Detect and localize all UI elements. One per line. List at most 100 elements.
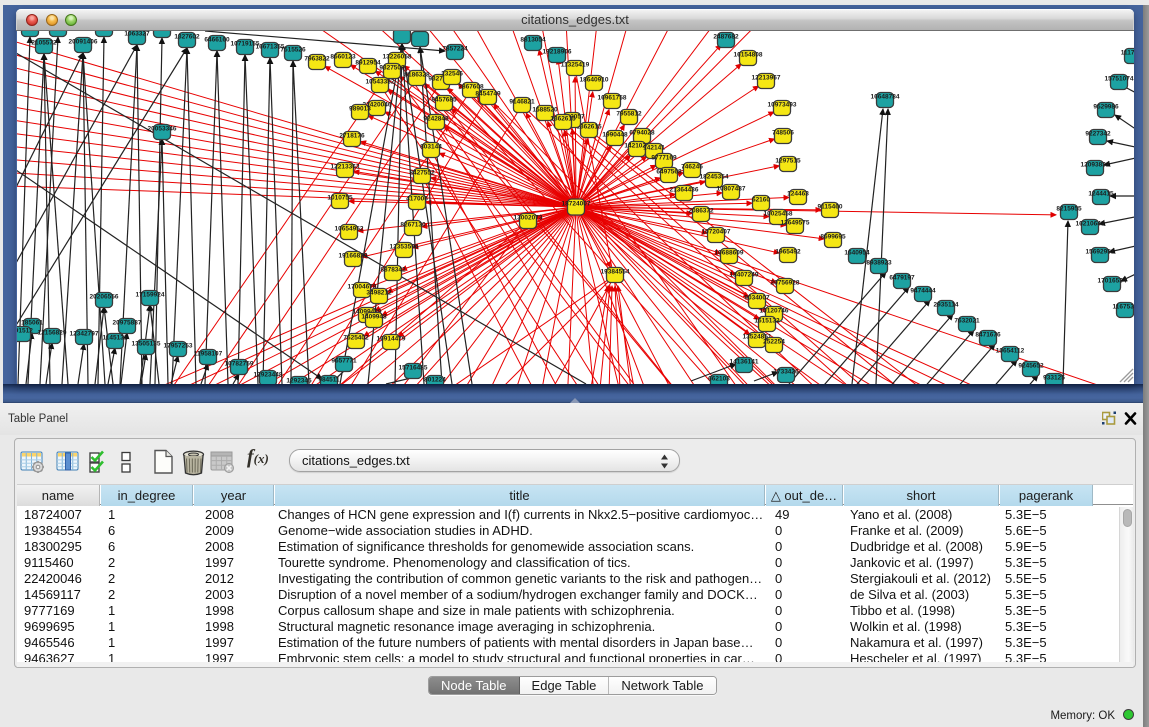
- svg-text:9529986: 9529986: [1093, 104, 1119, 111]
- svg-text:10654112: 10654112: [996, 348, 1025, 355]
- svg-text:15751074: 15751074: [1105, 76, 1134, 83]
- svg-text:18640910: 18640910: [580, 77, 609, 84]
- svg-text:17159924: 17159924: [136, 292, 165, 299]
- svg-text:13505135: 13505135: [132, 341, 161, 348]
- svg-text:1117334: 1117334: [1121, 50, 1134, 57]
- svg-text:15692951: 15692951: [1086, 249, 1115, 256]
- svg-text:7857224: 7857224: [442, 46, 468, 53]
- svg-text:21364436: 21364436: [670, 187, 699, 194]
- svg-text:1297515: 1297515: [775, 158, 801, 165]
- svg-text:19218906: 19218906: [543, 49, 572, 56]
- svg-text:8878342: 8878342: [380, 267, 406, 274]
- svg-text:16648784: 16648784: [871, 94, 900, 101]
- svg-text:17957253: 17957253: [164, 343, 193, 350]
- svg-text:10025458: 10025458: [764, 211, 793, 218]
- svg-text:8938923: 8938923: [866, 260, 892, 267]
- svg-text:12093832: 12093832: [1081, 162, 1110, 169]
- svg-text:9034007: 9034007: [744, 295, 770, 302]
- svg-text:1409948: 1409948: [361, 314, 387, 321]
- svg-text:1990448: 1990448: [602, 132, 628, 139]
- svg-text:7515526: 7515526: [280, 47, 306, 54]
- svg-text:142141: 142141: [643, 145, 665, 152]
- svg-text:19166829: 19166829: [339, 253, 368, 260]
- svg-text:20975887: 20975887: [113, 320, 142, 327]
- svg-text:18724007: 18724007: [562, 201, 591, 208]
- svg-text:10807487: 10807487: [717, 186, 746, 193]
- svg-text:989013: 989013: [349, 106, 371, 113]
- svg-text:16961758: 16961758: [598, 95, 627, 102]
- svg-text:2487682: 2487682: [713, 34, 739, 41]
- svg-text:62160: 62160: [752, 197, 770, 204]
- svg-text:14136141: 14136141: [730, 359, 759, 366]
- svg-text:8457685: 8457685: [431, 97, 457, 104]
- svg-text:12923448: 12923448: [254, 372, 283, 379]
- svg-text:12156829: 12156829: [38, 330, 67, 337]
- svg-text:10688609: 10688609: [715, 250, 744, 257]
- svg-text:185061: 185061: [21, 320, 43, 327]
- svg-text:1010755: 1010755: [327, 195, 353, 202]
- svg-text:15716485: 15716485: [399, 365, 428, 372]
- svg-text:8912954: 8912954: [355, 60, 381, 67]
- svg-text:10120746: 10120746: [760, 308, 789, 315]
- svg-text:6479197: 6479197: [889, 275, 915, 282]
- svg-text:8215955: 8215955: [1056, 206, 1082, 213]
- svg-text:252254: 252254: [763, 339, 785, 346]
- svg-text:16154808: 16154808: [734, 52, 763, 59]
- svg-text:19384554: 19384554: [601, 269, 630, 276]
- svg-text:12342797: 12342797: [70, 331, 99, 338]
- svg-text:746246: 746246: [681, 164, 703, 171]
- svg-text:11325419: 11325419: [561, 62, 590, 69]
- svg-text:7963822: 7963822: [304, 56, 330, 63]
- svg-text:2105572: 2105572: [31, 40, 57, 47]
- svg-text:20206556: 20206556: [90, 294, 119, 301]
- svg-text:8267130: 8267130: [400, 222, 426, 229]
- svg-text:417006: 417006: [406, 196, 428, 203]
- svg-text:801224: 801224: [424, 377, 446, 384]
- svg-text:9242848: 9242848: [423, 116, 449, 123]
- svg-text:11958107: 11958107: [194, 351, 223, 358]
- svg-text:10782759: 10782759: [225, 361, 254, 368]
- svg-text:9227342: 9227342: [1085, 131, 1111, 138]
- svg-text:1588520: 1588520: [532, 107, 558, 114]
- svg-text:18407249: 18407249: [730, 272, 759, 279]
- svg-text:7632021: 7632021: [954, 318, 980, 325]
- svg-text:13649575: 13649575: [781, 220, 810, 227]
- svg-text:803144: 803144: [420, 144, 442, 151]
- svg-text:9146821: 9146821: [509, 99, 535, 106]
- svg-text:6497568: 6497568: [656, 169, 682, 176]
- svg-text:2718176: 2718176: [339, 133, 365, 140]
- svg-text:1640954: 1640954: [844, 250, 870, 257]
- svg-text:9327509: 9327509: [379, 65, 405, 72]
- svg-text:13002073: 13002073: [514, 215, 543, 222]
- svg-text:18245354: 18245354: [700, 174, 729, 181]
- svg-text:1292345: 1292345: [286, 378, 312, 385]
- svg-text:9777169: 9777169: [651, 155, 677, 162]
- svg-text:9115460: 9115460: [818, 204, 843, 211]
- svg-text:1362615: 1362615: [550, 116, 576, 123]
- svg-text:17016534: 17016534: [1098, 278, 1127, 285]
- svg-text:1327602: 1327602: [174, 34, 200, 41]
- svg-text:8660123: 8660123: [330, 54, 356, 61]
- svg-text:7955812: 7955812: [616, 111, 642, 118]
- svg-text:10654952: 10654952: [335, 226, 364, 233]
- svg-text:132546: 132546: [441, 71, 463, 78]
- svg-text:20756928: 20756928: [771, 280, 800, 287]
- svg-text:1244415: 1244415: [1088, 191, 1114, 198]
- svg-text:8813054: 8813054: [520, 37, 546, 44]
- svg-text:2086372: 2086372: [688, 208, 714, 215]
- svg-text:2935114: 2935114: [934, 302, 959, 309]
- svg-text:2867608: 2867608: [458, 84, 484, 91]
- svg-text:391512: 391512: [17, 328, 33, 335]
- svg-text:16210643: 16210643: [1076, 221, 1105, 228]
- svg-text:9657771: 9657771: [331, 358, 357, 365]
- svg-text:933125: 933125: [1043, 375, 1065, 382]
- svg-text:8454749: 8454749: [475, 91, 501, 98]
- svg-text:12353594: 12353594: [390, 244, 419, 251]
- svg-text:984511: 984511: [318, 377, 340, 384]
- svg-text:10720407: 10720407: [702, 229, 731, 236]
- svg-text:10973493: 10973493: [768, 102, 797, 109]
- svg-text:1965492: 1965492: [775, 249, 801, 256]
- svg-text:10543382: 10543382: [366, 79, 395, 86]
- svg-text:124463: 124463: [787, 191, 809, 198]
- svg-text:3498212: 3498212: [366, 290, 392, 297]
